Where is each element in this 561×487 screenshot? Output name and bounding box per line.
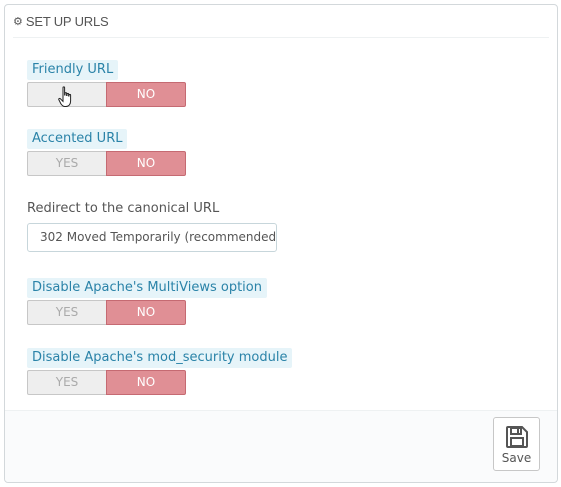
multiviews-no-option[interactable]: NO xyxy=(106,300,186,325)
multiviews-label[interactable]: Disable Apache's MultiViews option xyxy=(27,278,267,298)
mod-security-yes-option[interactable]: YES xyxy=(27,370,107,395)
save-button[interactable]: Save xyxy=(493,417,540,471)
mod-security-label[interactable]: Disable Apache's mod_security module xyxy=(27,348,293,368)
accented-url-yes-option[interactable]: YES xyxy=(27,151,107,176)
accented-url-switch[interactable]: YES NO xyxy=(27,151,186,176)
settings-panel: ⚙ SET UP URLS Friendly URL NO Accented U… xyxy=(4,4,558,483)
save-label: Save xyxy=(501,451,532,465)
accented-url-label[interactable]: Accented URL xyxy=(27,129,128,149)
panel-title: SET UP URLS xyxy=(25,13,109,29)
panel-heading: ⚙ SET UP URLS xyxy=(13,5,549,38)
hand-pointer-cursor-icon xyxy=(58,86,72,107)
gears-icon: ⚙ xyxy=(13,14,23,28)
friendly-url-label[interactable]: Friendly URL xyxy=(27,60,119,80)
panel-footer xyxy=(5,411,557,482)
multiviews-switch[interactable]: YES NO xyxy=(27,300,186,325)
canonical-redirect-select[interactable]: 302 Moved Temporarily (recommended w xyxy=(27,223,277,252)
accented-url-no-option[interactable]: NO xyxy=(106,151,186,176)
multiviews-yes-option[interactable]: YES xyxy=(27,300,107,325)
friendly-url-switch[interactable]: NO xyxy=(27,82,186,107)
canonical-redirect-label: Redirect to the canonical URL xyxy=(27,201,220,216)
mod-security-switch[interactable]: YES NO xyxy=(27,370,186,395)
floppy-disk-icon xyxy=(505,426,528,448)
mod-security-no-option[interactable]: NO xyxy=(106,370,186,395)
friendly-url-no-option[interactable]: NO xyxy=(106,82,186,107)
footer-divider xyxy=(5,410,557,411)
